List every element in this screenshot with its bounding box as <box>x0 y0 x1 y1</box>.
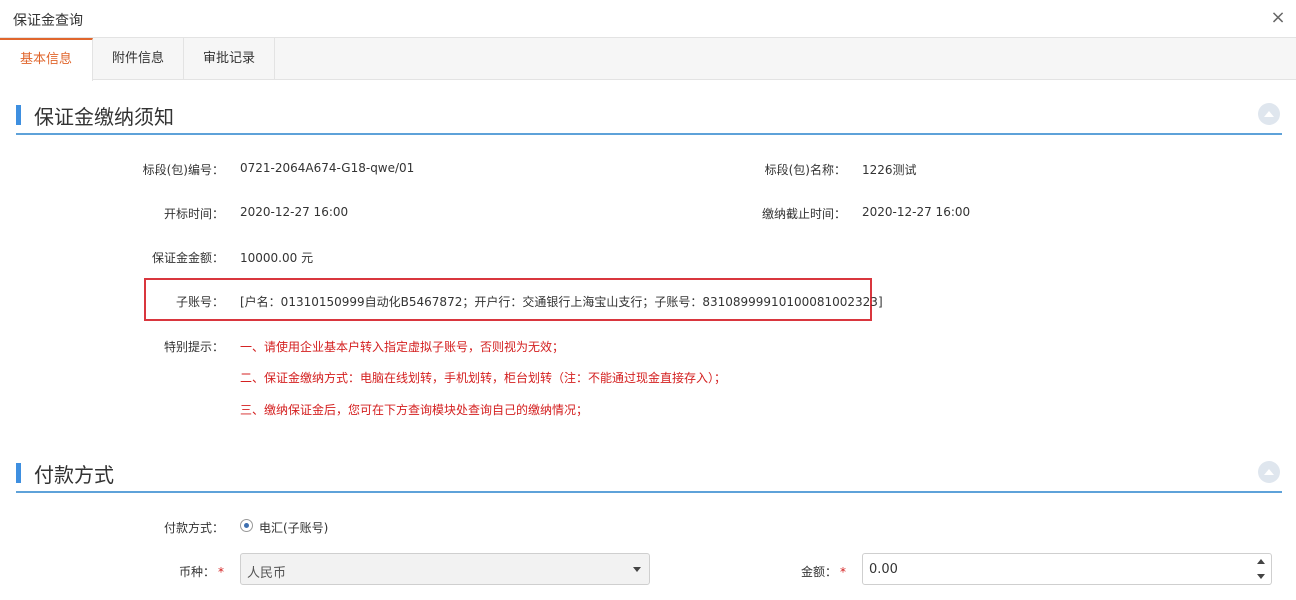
payment-section-title: 付款方式 <box>34 463 114 487</box>
collapse-up-icon[interactable] <box>1258 461 1280 483</box>
open-time-label: 开标时间： <box>163 207 224 221</box>
collapse-up-icon[interactable] <box>1258 103 1280 125</box>
special-tips-label: 特别提示： <box>163 340 224 354</box>
amount-label-wrap: 金额： * <box>736 563 846 580</box>
section-marker <box>16 463 21 483</box>
tip-item-1: 一、请使用企业基本户转入指定虚拟子账号，否则视为无效； <box>240 340 565 354</box>
close-icon[interactable]: × <box>1268 8 1288 28</box>
section-marker <box>16 105 21 125</box>
dialog-titlebar: 保证金查询 × <box>0 0 1296 38</box>
currency-label-wrap: 币种： * <box>114 563 224 580</box>
chevron-down-icon <box>633 567 641 572</box>
sub-account-value: [户名：01310150999自动化B5467872；开户行：交通银行上海宝山支… <box>240 295 883 309</box>
tab-attachments[interactable]: 附件信息 <box>93 38 184 80</box>
deadline-label: 缴纳截止时间： <box>761 207 846 221</box>
wire-transfer-radio[interactable] <box>240 519 253 532</box>
open-time-value: 2020-12-27 16:00 <box>240 205 349 219</box>
currency-select[interactable]: 人民币 <box>240 553 650 585</box>
payment-method-label: 付款方式： <box>163 521 224 535</box>
sub-account-label: 子账号： <box>175 295 224 309</box>
spinner-arrows-icon[interactable] <box>1257 558 1265 580</box>
tab-bar: 基本信息 附件信息 审批记录 <box>0 38 1296 81</box>
currency-selected-value: 人民币 <box>247 566 287 581</box>
amount-label: 金额： <box>800 565 837 579</box>
bid-no-label: 标段(包)编号： <box>142 163 224 177</box>
required-mark: * <box>218 565 224 579</box>
tab-basic-info[interactable]: 基本信息 <box>0 38 93 81</box>
tip-item-2: 二、保证金缴纳方式：电脑在线划转，手机划转，柜台划转（注：不能通过现金直接存入）… <box>240 371 727 385</box>
bid-name-value: 1226测试 <box>862 163 917 177</box>
tab-approval-records[interactable]: 审批记录 <box>184 38 275 80</box>
deposit-amount-value: 10000.00 元 <box>240 251 314 265</box>
bid-no-value: 0721-2064A674-G18-qwe/01 <box>240 161 415 175</box>
payment-section-header: 付款方式 <box>16 457 1282 493</box>
deposit-amount-label: 保证金金额： <box>151 251 224 265</box>
wire-transfer-option-label[interactable]: 电汇(子账号) <box>259 519 328 536</box>
dialog-title: 保证金查询 <box>13 13 83 29</box>
bid-name-label: 标段(包)名称： <box>764 163 846 177</box>
amount-input[interactable]: 0.00 <box>862 553 1272 585</box>
currency-label: 币种： <box>178 565 215 579</box>
amount-input-value: 0.00 <box>869 562 898 577</box>
tip-item-3: 三、缴纳保证金后，您可在下方查询模块处查询自己的缴纳情况； <box>240 403 589 417</box>
notice-section-title: 保证金缴纳须知 <box>34 105 174 129</box>
required-mark: * <box>840 565 846 579</box>
notice-section-header: 保证金缴纳须知 <box>16 99 1282 135</box>
deadline-value: 2020-12-27 16:00 <box>862 205 971 219</box>
